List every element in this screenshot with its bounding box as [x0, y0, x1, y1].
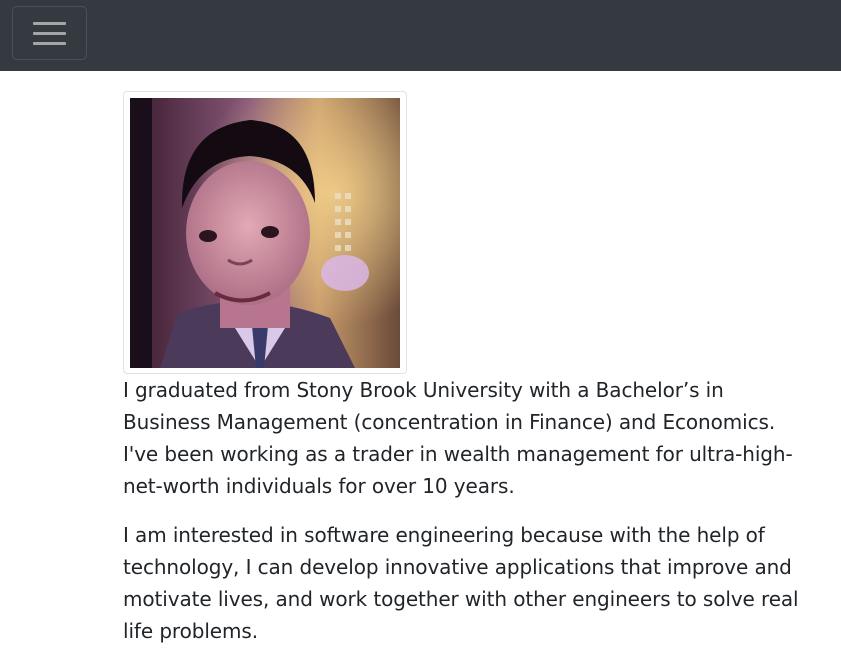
- profile-photo-frame: [123, 91, 407, 374]
- navbar: [0, 0, 841, 71]
- main-content: I graduated from Stony Brook University …: [123, 91, 813, 664]
- profile-photo: [130, 98, 400, 368]
- bio-paragraph-education: I graduated from Stony Brook University …: [123, 378, 793, 498]
- navbar-toggler-button[interactable]: [12, 6, 87, 60]
- bio-paragraph-interest: I am interested in software engineering …: [123, 523, 799, 643]
